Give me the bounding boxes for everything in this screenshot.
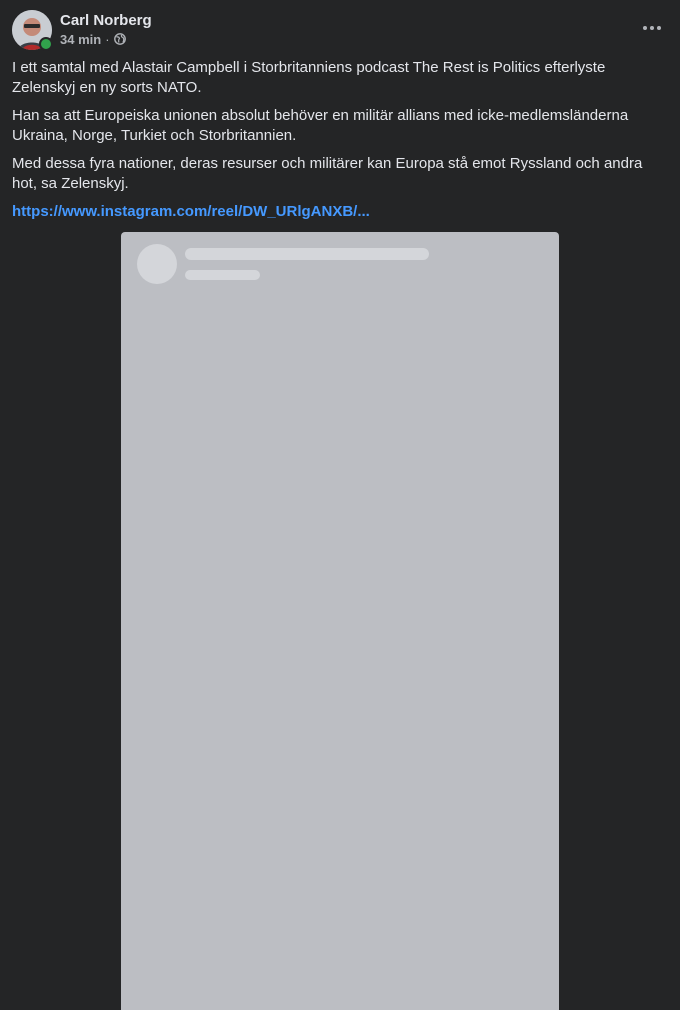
post-timestamp[interactable]: 34 min [60,31,101,49]
separator: · [105,32,110,47]
more-options-button[interactable] [638,14,666,42]
placeholder-avatar [137,244,177,284]
post-paragraph: I ett samtal med Alastair Campbell i Sto… [12,59,606,96]
more-horizontal-icon [643,26,647,30]
author-name[interactable]: Carl Norberg [60,11,152,31]
placeholder-line [185,270,260,280]
embed-placeholder[interactable] [121,232,559,1010]
post-message: I ett samtal med Alastair Campbell i Sto… [12,58,662,230]
post-subline: 34 min · [60,31,152,50]
avatar[interactable] [12,10,53,51]
post-meta: Carl Norberg 34 min · [60,11,152,50]
placeholder-line [185,248,429,260]
post-header: Carl Norberg 34 min · [12,10,152,51]
post-paragraph: Med dessa fyra nationer, deras resurser … [12,155,643,192]
feed-post: Carl Norberg 34 min · I ett samtal med A… [0,0,680,1010]
globe-icon[interactable] [113,32,126,50]
post-paragraph: Han sa att Europeiska unionen absolut be… [12,107,629,144]
instagram-link[interactable]: https://www.instagram.com/reel/DW_URlgAN… [12,203,370,220]
online-status-indicator [39,37,53,51]
